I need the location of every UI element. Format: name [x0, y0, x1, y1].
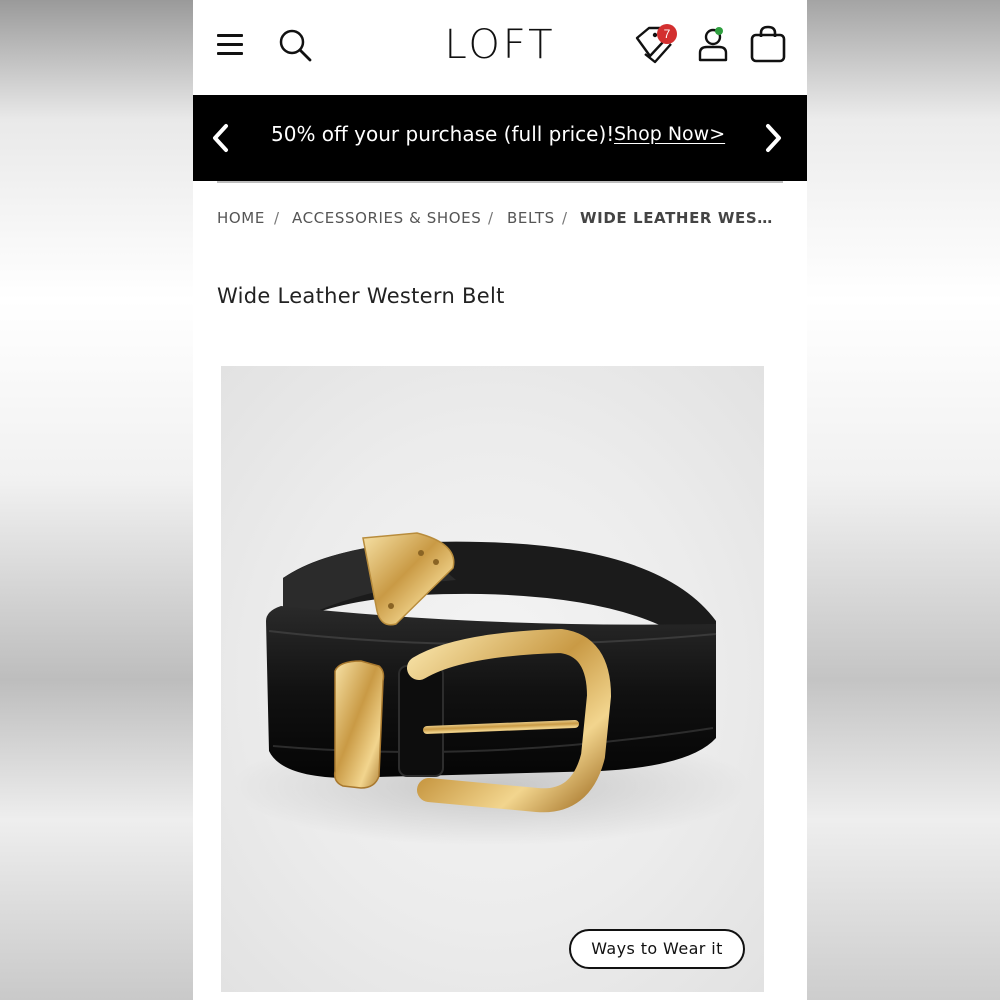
bag-icon[interactable]: [749, 24, 787, 64]
product-title: Wide Leather Western Belt: [217, 284, 505, 308]
site-header: LOFT 7: [193, 0, 807, 95]
breadcrumb-separator: /: [488, 209, 494, 227]
account-icon[interactable]: [698, 26, 728, 62]
breadcrumb-separator: /: [562, 209, 568, 227]
background-blur-right: [807, 0, 1000, 1000]
breadcrumb-belts[interactable]: BELTS: [507, 209, 555, 227]
ways-to-wear-button[interactable]: Ways to Wear it: [569, 929, 745, 969]
mobile-screen: LOFT 7 50% off your purchase (full price…: [193, 0, 807, 1000]
product-image[interactable]: Ways to Wear it: [221, 366, 764, 992]
breadcrumb: HOME / ACCESSORIES & SHOES / BELTS / WID…: [217, 209, 783, 231]
divider: [217, 181, 783, 183]
promo-banner: 50% off your purchase (full price)! Shop…: [193, 95, 807, 181]
background-blur-left: [0, 0, 193, 1000]
chevron-right-icon[interactable]: [759, 120, 787, 156]
shop-now-link[interactable]: Shop Now>: [614, 123, 725, 145]
breadcrumb-home[interactable]: HOME: [217, 209, 265, 227]
belt-illustration: [231, 532, 751, 846]
breadcrumb-accessories-shoes[interactable]: ACCESSORIES & SHOES: [292, 209, 481, 227]
chevron-left-icon[interactable]: [207, 120, 235, 156]
breadcrumb-current: WIDE LEATHER WESTERN BELT: [580, 209, 780, 227]
promo-text: 50% off your purchase (full price)!: [271, 122, 615, 146]
breadcrumb-separator: /: [274, 209, 280, 227]
online-status-dot: [715, 27, 723, 35]
wishlist-count-badge: 7: [657, 24, 677, 44]
